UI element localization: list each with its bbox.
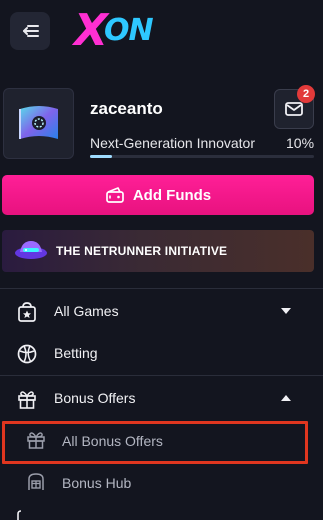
caret-down-icon[interactable] <box>280 306 292 316</box>
divider <box>0 375 323 376</box>
collapse-sidebar-icon <box>23 25 39 37</box>
brand-logo[interactable]: X ON <box>74 5 154 56</box>
add-funds-button[interactable]: Add Funds <box>2 175 314 215</box>
netrunner-emblem-icon <box>15 241 47 259</box>
level-progress-bar <box>90 155 314 158</box>
nav-all-games[interactable]: All Games <box>0 292 323 332</box>
initiative-label: THE NETRUNNER INITIATIVE <box>56 244 228 258</box>
avatar[interactable] <box>3 88 74 159</box>
divider <box>0 288 323 289</box>
logo-x: X <box>74 5 108 56</box>
profile-card: zaceanto Next-Generation Innovator 10% <box>0 86 323 164</box>
notification-badge: 2 <box>297 85 315 103</box>
level-progress-fill <box>90 155 113 158</box>
username: zaceanto <box>90 99 163 118</box>
subnav-label: Bonus Hub <box>62 475 132 491</box>
subnav-bonus-hub[interactable]: Bonus Hub <box>0 463 323 503</box>
mail-icon <box>285 102 303 116</box>
next-item-icon <box>17 510 22 520</box>
bonus-hub-icon <box>28 473 44 490</box>
flag-avatar-icon <box>18 105 58 139</box>
level-percent: 10% <box>286 135 315 151</box>
level-name: Next-Generation Innovator <box>90 135 255 151</box>
nav-label: Betting <box>54 345 98 361</box>
nav-bonus-offers[interactable]: Bonus Offers <box>0 379 323 419</box>
ball-icon <box>17 344 37 364</box>
caret-up-icon[interactable] <box>280 393 292 403</box>
wallet-icon <box>105 187 124 203</box>
logo-on: ON <box>103 13 154 48</box>
nav-label: Bonus Offers <box>54 390 136 406</box>
nav-betting[interactable]: Betting <box>0 334 323 374</box>
netrunner-initiative-banner[interactable]: THE NETRUNNER INITIATIVE <box>2 230 314 272</box>
nav-label: All Games <box>54 303 119 319</box>
collapse-sidebar-button[interactable] <box>10 12 50 50</box>
selection-highlight <box>2 421 308 464</box>
top-bar: X ON <box>0 0 323 66</box>
star-box-icon <box>18 302 36 322</box>
add-funds-label: Add Funds <box>132 186 212 204</box>
gift-icon <box>18 391 36 409</box>
